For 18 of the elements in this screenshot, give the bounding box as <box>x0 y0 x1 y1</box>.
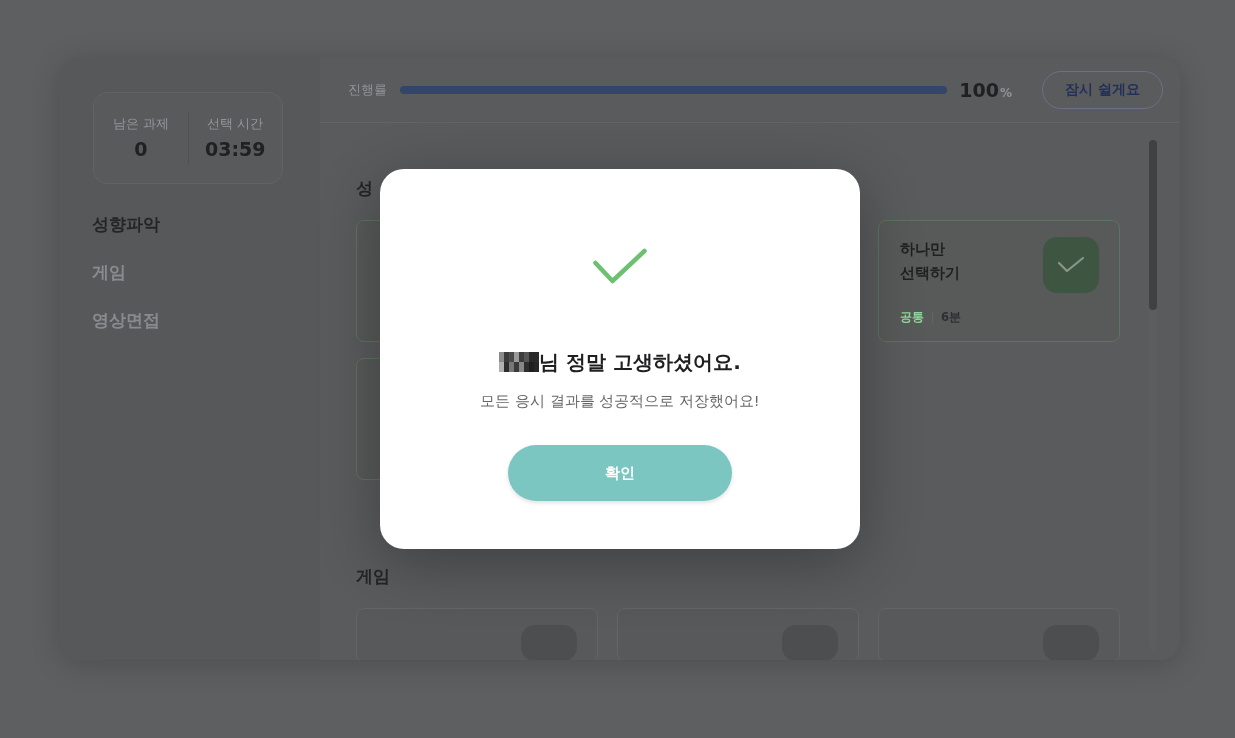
progress-unit: % <box>999 86 1012 100</box>
check-icon <box>593 248 647 284</box>
stat-label: 남은 과제 <box>112 116 169 132</box>
stat-label: 선택 시간 <box>207 116 264 132</box>
task-title: 하나만 선택하기 <box>900 240 960 283</box>
progress-value: 100 <box>959 79 999 101</box>
dialog-message: 모든 응시 결과를 성공적으로 저장했어요! <box>480 392 760 411</box>
confirm-button[interactable]: 확인 <box>508 445 732 501</box>
progress-label: 진행률 <box>348 81 387 99</box>
stat-value: 0 <box>134 138 148 160</box>
task-card[interactable] <box>356 608 598 660</box>
task-card[interactable] <box>617 608 859 660</box>
pixel-mosaic-icon <box>499 352 540 372</box>
stat-value: 03:59 <box>205 138 266 160</box>
task-card[interactable] <box>878 608 1120 660</box>
task-tag: 공통 <box>900 310 924 324</box>
scrollbar-thumb[interactable] <box>1149 140 1157 310</box>
dialog-title: 님 정말 고생하셨어요. <box>539 349 741 376</box>
